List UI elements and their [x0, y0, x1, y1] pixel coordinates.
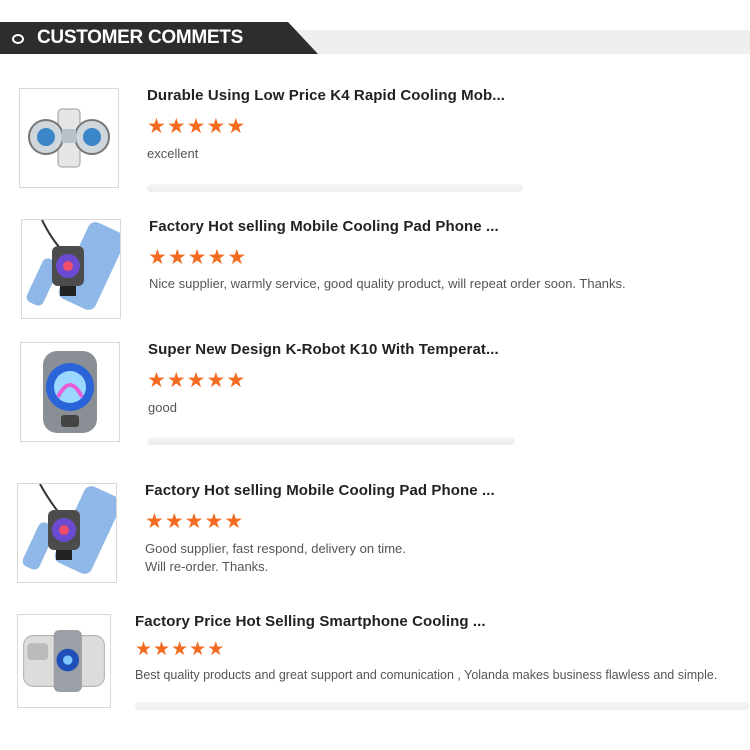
divider	[135, 702, 750, 710]
review-product-title[interactable]: Factory Price Hot Selling Smartphone Coo…	[135, 613, 486, 630]
section-header: CUSTOMER COMMETS	[0, 22, 750, 54]
circle-icon	[12, 34, 24, 44]
divider	[147, 437, 515, 445]
star-icon: ★	[164, 510, 184, 533]
star-icon: ★	[147, 115, 166, 138]
star-icon: ★	[226, 369, 246, 392]
star-icon: ★	[207, 246, 227, 269]
star-icon: ★	[167, 246, 187, 269]
star-icon: ★	[184, 510, 204, 533]
star-icon: ★	[153, 639, 171, 660]
review-text: Best quality products and great support …	[135, 668, 718, 682]
star-icon: ★	[206, 115, 226, 138]
phone-cooler-product-image[interactable]	[17, 483, 117, 583]
review-text: excellent	[147, 146, 199, 161]
review-product-title[interactable]: Durable Using Low Price K4 Rapid Cooling…	[147, 87, 505, 104]
star-icon: ★	[204, 510, 224, 533]
star-icon: ★	[148, 246, 167, 269]
review-text: good	[148, 400, 177, 415]
review-text: Good supplier, fast respond, delivery on…	[145, 541, 406, 574]
header-label-block: CUSTOMER COMMETS	[0, 22, 318, 54]
star-icon: ★	[224, 510, 244, 533]
review-product-title[interactable]: Super New Design K-Robot K10 With Temper…	[148, 341, 499, 358]
star-icon: ★	[186, 369, 206, 392]
star-icon: ★	[135, 639, 153, 660]
review-text: Nice supplier, warmly service, good qual…	[149, 276, 626, 291]
star-icon: ★	[226, 115, 246, 138]
smartphone-cooler-product-image[interactable]	[17, 614, 111, 708]
section-title: CUSTOMER COMMETS	[37, 27, 243, 48]
star-icon: ★	[171, 639, 189, 660]
star-rating: ★★★★★	[148, 246, 247, 269]
star-rating: ★★★★★	[147, 115, 246, 138]
review-product-title[interactable]: Factory Hot selling Mobile Cooling Pad P…	[149, 218, 499, 235]
star-icon: ★	[187, 246, 207, 269]
star-icon: ★	[207, 639, 225, 660]
star-icon: ★	[166, 369, 186, 392]
star-rating: ★★★★★	[145, 510, 244, 533]
star-icon: ★	[206, 369, 226, 392]
cooling-fan-product-image[interactable]	[19, 88, 119, 188]
phone-cooler-product-image[interactable]	[21, 219, 121, 319]
star-icon: ★	[145, 510, 164, 533]
star-icon: ★	[186, 115, 206, 138]
star-rating: ★★★★★	[147, 369, 246, 392]
divider	[147, 184, 523, 192]
star-icon: ★	[189, 639, 207, 660]
star-icon: ★	[147, 369, 166, 392]
star-icon: ★	[166, 115, 186, 138]
rgb-cooler-product-image[interactable]	[20, 342, 120, 442]
review-product-title[interactable]: Factory Hot selling Mobile Cooling Pad P…	[145, 482, 495, 499]
star-icon: ★	[227, 246, 247, 269]
star-rating: ★★★★★	[135, 639, 225, 660]
